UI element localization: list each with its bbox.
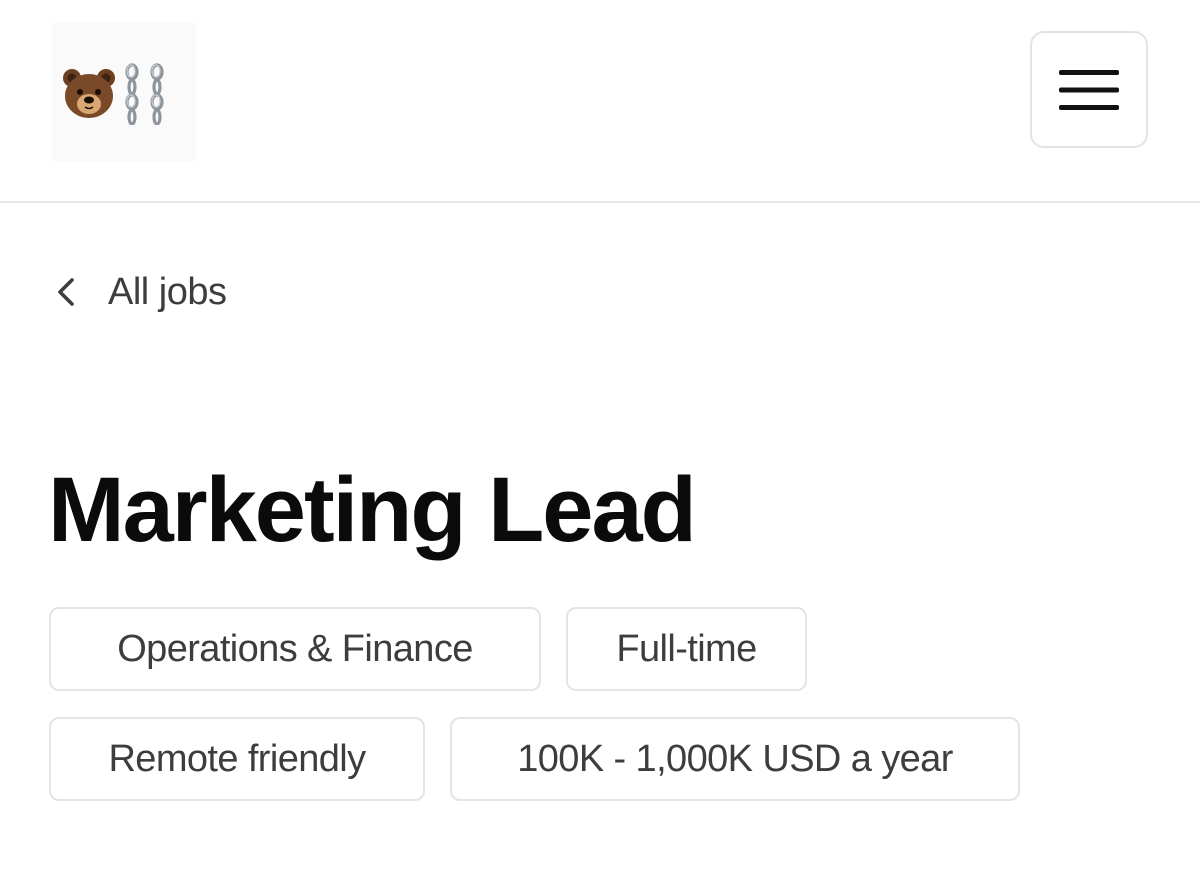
hamburger-menu-icon [1059,69,1119,110]
tag-salary: 100K - 1,000K USD a year [450,717,1020,801]
logo-icons [62,63,171,125]
tag-department: Operations & Finance [49,607,541,691]
company-logo[interactable] [52,22,196,162]
job-page: All jobs Marketing Lead Operations & Fin… [0,0,1200,887]
tag-location: Remote friendly [49,717,425,801]
menu-button[interactable] [1030,31,1148,148]
all-jobs-label: All jobs [108,270,227,313]
chevron-left-icon [58,278,74,306]
job-title: Marketing Lead [48,459,697,561]
bear-face-icon [63,69,115,118]
all-jobs-link[interactable]: All jobs [52,262,227,322]
chains-icon [125,63,164,125]
tag-employment-type: Full-time [566,607,807,691]
site-header [0,0,1200,203]
